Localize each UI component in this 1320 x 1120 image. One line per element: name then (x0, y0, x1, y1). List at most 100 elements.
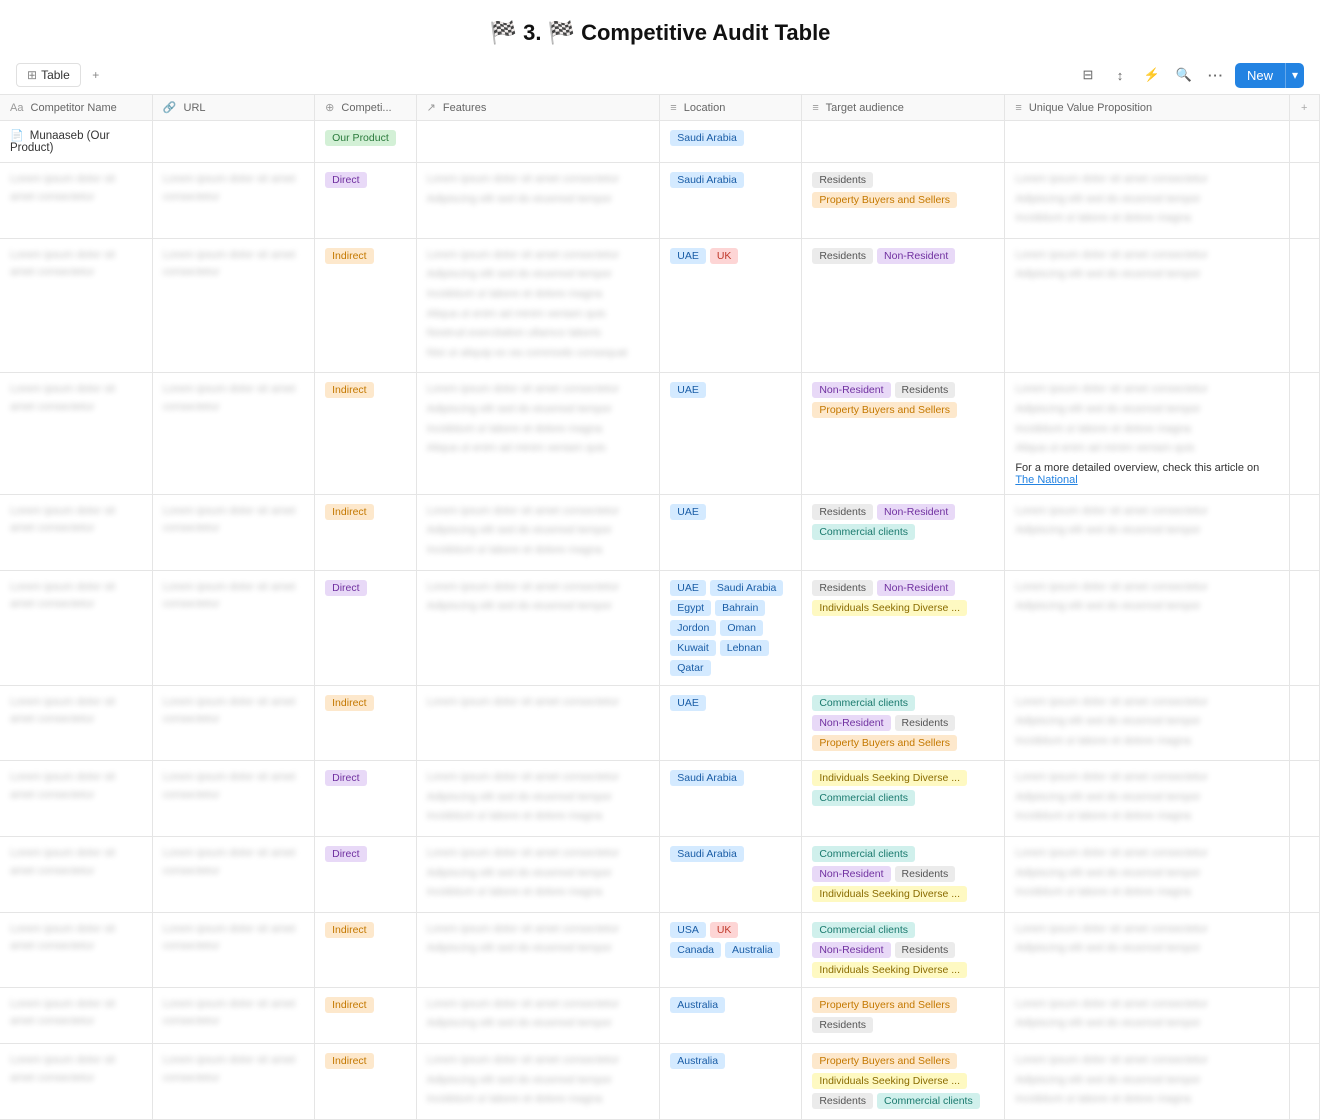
cell-features[interactable]: Lorem ipsum dolor sit amet consectetur (416, 685, 660, 761)
cell-uvp[interactable]: Lorem ipsum dolor sit amet consecteturAd… (1005, 238, 1289, 373)
cell-target[interactable]: ResidentsProperty Buyers and Sellers (802, 163, 1005, 239)
cell-target[interactable] (802, 121, 1005, 163)
cell-name[interactable]: Lorem ipsum dolor sit amet consectetur (0, 685, 152, 761)
cell-url[interactable]: Lorem ipsum dolor sit amet consectetur (152, 837, 314, 913)
cell-location[interactable]: UAEUK (660, 238, 802, 373)
cell-uvp[interactable]: Lorem ipsum dolor sit amet consecteturAd… (1005, 570, 1289, 685)
cell-url[interactable] (152, 121, 314, 163)
table-tab[interactable]: ⊞ Table (16, 63, 81, 87)
cell-url[interactable]: Lorem ipsum dolor sit amet consectetur (152, 987, 314, 1043)
cell-location[interactable]: Saudi Arabia (660, 761, 802, 837)
cell-name[interactable]: Lorem ipsum dolor sit amet consectetur (0, 163, 152, 239)
cell-url[interactable]: Lorem ipsum dolor sit amet consectetur (152, 761, 314, 837)
search-button[interactable]: 🔍 (1171, 62, 1197, 88)
cell-uvp[interactable]: Lorem ipsum dolor sit amet consecteturAd… (1005, 373, 1289, 494)
cell-url[interactable]: Lorem ipsum dolor sit amet consectetur (152, 685, 314, 761)
cell-name[interactable]: Lorem ipsum dolor sit amet consectetur (0, 494, 152, 570)
cell-name[interactable]: Lorem ipsum dolor sit amet consectetur (0, 373, 152, 494)
filter-button[interactable]: ⊟ (1075, 62, 1101, 88)
col-header-target[interactable]: ≡ Target audience (802, 95, 1005, 121)
col-header-competition[interactable]: ⊕ Competi... (315, 95, 417, 121)
cell-target[interactable]: Commercial clientsNon-ResidentResidentsP… (802, 685, 1005, 761)
cell-target[interactable]: Commercial clientsNon-ResidentResidentsI… (802, 912, 1005, 987)
cell-url[interactable]: Lorem ipsum dolor sit amet consectetur (152, 912, 314, 987)
add-view-button[interactable]: + (85, 64, 107, 86)
cell-location[interactable]: UAESaudi ArabiaEgyptBahrainJordonOmanKuw… (660, 570, 802, 685)
cell-location[interactable]: UAE (660, 494, 802, 570)
cell-location[interactable]: Saudi Arabia (660, 163, 802, 239)
cell-competition[interactable]: Indirect (315, 1044, 417, 1120)
cell-location[interactable]: Australia (660, 1044, 802, 1120)
cell-uvp[interactable]: Lorem ipsum dolor sit amet consecteturAd… (1005, 163, 1289, 239)
col-header-url[interactable]: 🔗 URL (152, 95, 314, 121)
cell-location[interactable]: UAE (660, 685, 802, 761)
cell-name[interactable]: Lorem ipsum dolor sit amet consectetur (0, 1044, 152, 1120)
cell-features[interactable]: Lorem ipsum dolor sit amet consecteturAd… (416, 837, 660, 913)
cell-competition[interactable]: Indirect (315, 685, 417, 761)
cell-uvp[interactable]: Lorem ipsum dolor sit amet consecteturAd… (1005, 761, 1289, 837)
cell-uvp[interactable]: Lorem ipsum dolor sit amet consecteturAd… (1005, 987, 1289, 1043)
cell-features[interactable]: Lorem ipsum dolor sit amet consecteturAd… (416, 912, 660, 987)
cell-competition[interactable]: Our Product (315, 121, 417, 163)
cell-features[interactable]: Lorem ipsum dolor sit amet consecteturAd… (416, 163, 660, 239)
cell-target[interactable]: Property Buyers and SellersIndividuals S… (802, 1044, 1005, 1120)
col-header-location[interactable]: ≡ Location (660, 95, 802, 121)
cell-competition[interactable]: Indirect (315, 238, 417, 373)
cell-url[interactable]: Lorem ipsum dolor sit amet consectetur (152, 373, 314, 494)
new-button[interactable]: New (1235, 63, 1285, 88)
cell-target[interactable]: Non-ResidentResidentsProperty Buyers and… (802, 373, 1005, 494)
cell-target[interactable]: ResidentsNon-Resident (802, 238, 1005, 373)
cell-uvp[interactable]: Lorem ipsum dolor sit amet consecteturAd… (1005, 494, 1289, 570)
cell-competition[interactable]: Direct (315, 570, 417, 685)
cell-uvp[interactable]: Lorem ipsum dolor sit amet consecteturAd… (1005, 912, 1289, 987)
cell-features[interactable]: Lorem ipsum dolor sit amet consecteturAd… (416, 373, 660, 494)
cell-features[interactable]: Lorem ipsum dolor sit amet consecteturAd… (416, 494, 660, 570)
new-button-dropdown[interactable]: ▾ (1285, 63, 1304, 88)
cell-url[interactable]: Lorem ipsum dolor sit amet consectetur (152, 1044, 314, 1120)
cell-name[interactable]: Lorem ipsum dolor sit amet consectetur (0, 570, 152, 685)
cell-target[interactable]: ResidentsNon-ResidentCommercial clients (802, 494, 1005, 570)
cell-location[interactable]: Australia (660, 987, 802, 1043)
col-header-name[interactable]: Aa Competitor Name (0, 95, 152, 121)
cell-url[interactable]: Lorem ipsum dolor sit amet consectetur (152, 238, 314, 373)
cell-uvp[interactable] (1005, 121, 1289, 163)
cell-features[interactable]: Lorem ipsum dolor sit amet consecteturAd… (416, 570, 660, 685)
cell-name[interactable]: Lorem ipsum dolor sit amet consectetur (0, 837, 152, 913)
cell-location[interactable]: USAUKCanadaAustralia (660, 912, 802, 987)
cell-competition[interactable]: Indirect (315, 912, 417, 987)
sort-button[interactable]: ↕ (1107, 62, 1133, 88)
cell-features[interactable]: Lorem ipsum dolor sit amet consecteturAd… (416, 238, 660, 373)
cell-name[interactable]: 📄 Munaaseb (Our Product) (0, 121, 152, 163)
cell-name[interactable]: Lorem ipsum dolor sit amet consectetur (0, 912, 152, 987)
cell-url[interactable]: Lorem ipsum dolor sit amet consectetur (152, 163, 314, 239)
lightning-button[interactable]: ⚡ (1139, 62, 1165, 88)
cell-uvp[interactable]: Lorem ipsum dolor sit amet consecteturAd… (1005, 1044, 1289, 1120)
cell-competition[interactable]: Indirect (315, 373, 417, 494)
uvp-link[interactable]: The National (1015, 474, 1077, 486)
cell-uvp[interactable]: Lorem ipsum dolor sit amet consecteturAd… (1005, 685, 1289, 761)
cell-name[interactable]: Lorem ipsum dolor sit amet consectetur (0, 238, 152, 373)
col-header-add[interactable]: + (1289, 95, 1319, 121)
cell-target[interactable]: Individuals Seeking Diverse ...Commercia… (802, 761, 1005, 837)
cell-url[interactable]: Lorem ipsum dolor sit amet consectetur (152, 494, 314, 570)
cell-competition[interactable]: Direct (315, 837, 417, 913)
cell-features[interactable]: Lorem ipsum dolor sit amet consecteturAd… (416, 987, 660, 1043)
col-header-uvp[interactable]: ≡ Unique Value Proposition (1005, 95, 1289, 121)
cell-location[interactable]: Saudi Arabia (660, 837, 802, 913)
cell-uvp[interactable]: Lorem ipsum dolor sit amet consecteturAd… (1005, 837, 1289, 913)
more-options-button[interactable]: ··· (1203, 62, 1229, 88)
cell-location[interactable]: UAE (660, 373, 802, 494)
cell-url[interactable]: Lorem ipsum dolor sit amet consectetur (152, 570, 314, 685)
cell-name[interactable]: Lorem ipsum dolor sit amet consectetur (0, 987, 152, 1043)
cell-target[interactable]: Property Buyers and SellersResidents (802, 987, 1005, 1043)
cell-features[interactable]: Lorem ipsum dolor sit amet consecteturAd… (416, 761, 660, 837)
cell-features[interactable]: Lorem ipsum dolor sit amet consecteturAd… (416, 1044, 660, 1120)
cell-competition[interactable]: Indirect (315, 494, 417, 570)
cell-competition[interactable]: Direct (315, 761, 417, 837)
cell-competition[interactable]: Direct (315, 163, 417, 239)
cell-location[interactable]: Saudi Arabia (660, 121, 802, 163)
cell-name[interactable]: Lorem ipsum dolor sit amet consectetur (0, 761, 152, 837)
cell-competition[interactable]: Indirect (315, 987, 417, 1043)
cell-target[interactable]: ResidentsNon-ResidentIndividuals Seeking… (802, 570, 1005, 685)
cell-target[interactable]: Commercial clientsNon-ResidentResidentsI… (802, 837, 1005, 913)
